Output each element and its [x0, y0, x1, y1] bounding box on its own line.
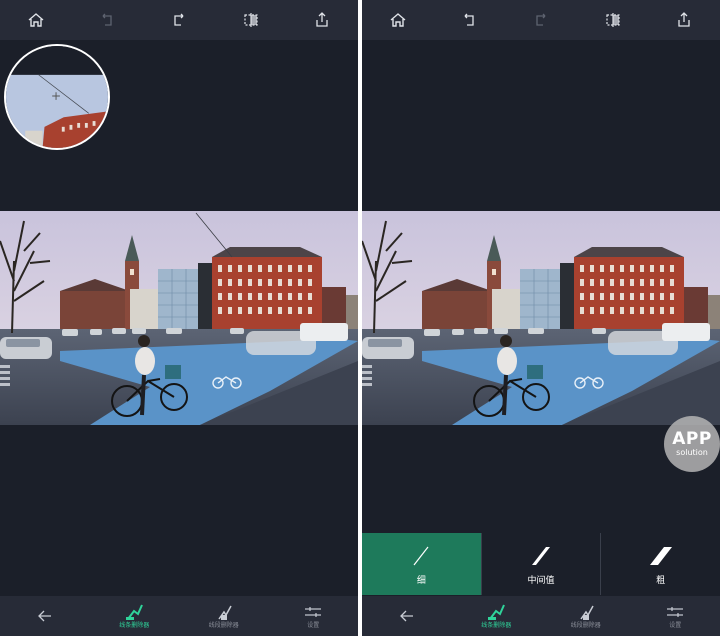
watermark-sub: solution	[676, 448, 708, 457]
thickness-medium-option[interactable]: 中间值	[480, 533, 601, 595]
undo-button[interactable]	[89, 2, 125, 38]
edit-photo[interactable]	[0, 211, 358, 425]
line-remover-icon	[126, 604, 144, 620]
watermark-main: APP	[672, 429, 712, 449]
line-remover-icon	[488, 604, 506, 620]
compare-button[interactable]	[233, 2, 269, 38]
home-icon	[390, 13, 406, 27]
nav-line-remover[interactable]: 线条删除器	[452, 596, 542, 636]
bottom-navigation: 线条删除器 线段删除器 设置	[362, 596, 720, 636]
home-button[interactable]	[18, 2, 54, 38]
wire-remover-icon	[218, 605, 232, 620]
right-screen: APP solution 细 中间值 粗 线条删除器 线段删除器 设置	[362, 0, 720, 636]
thickness-thin-label: 细	[416, 575, 426, 586]
redo-icon	[174, 13, 184, 26]
edit-photo[interactable]	[362, 211, 720, 425]
nav-wire-remover-label: 线段删除器	[208, 622, 239, 629]
nav-wire-remover-label: 线段删除器	[570, 622, 601, 629]
top-toolbar	[0, 0, 358, 40]
zoom-loupe	[4, 44, 110, 150]
redo-button[interactable]	[161, 2, 197, 38]
nav-line-remover[interactable]: 线条删除器	[90, 596, 180, 636]
bottom-navigation: 线条删除器 线段删除器 设置	[0, 596, 358, 636]
thin-line-icon	[413, 546, 429, 565]
share-button[interactable]	[666, 2, 702, 38]
top-toolbar	[362, 0, 720, 40]
back-arrow-icon	[399, 610, 413, 622]
loupe-preview	[6, 46, 108, 148]
nav-settings[interactable]: 设置	[631, 596, 720, 636]
share-icon	[316, 12, 328, 27]
medium-line-icon	[532, 546, 550, 565]
undo-button[interactable]	[451, 2, 487, 38]
undo-icon	[102, 13, 113, 26]
nav-settings[interactable]: 设置	[269, 596, 359, 636]
wire-remover-icon	[580, 605, 594, 620]
home-button[interactable]	[380, 2, 416, 38]
watermark-logo: APP solution	[664, 416, 720, 472]
compare-icon	[243, 13, 258, 27]
thickness-medium-label: 中间值	[527, 575, 555, 586]
redo-icon	[536, 13, 546, 26]
thickness-thin-option[interactable]: 细	[362, 533, 481, 595]
nav-wire-remover[interactable]: 线段删除器	[541, 596, 631, 636]
settings-sliders-icon	[667, 607, 684, 617]
nav-settings-label: 设置	[669, 622, 682, 629]
compare-button[interactable]	[595, 2, 631, 38]
share-button[interactable]	[304, 2, 340, 38]
line-thickness-selector: 细 中间值 粗	[362, 533, 720, 595]
compare-icon	[605, 13, 620, 27]
share-icon	[678, 12, 690, 27]
home-icon	[28, 13, 44, 27]
nav-line-remover-label: 线条删除器	[481, 622, 512, 629]
left-screen: 线条删除器 线段删除器 设置	[0, 0, 358, 636]
nav-back[interactable]	[0, 596, 90, 636]
thickness-thick-option[interactable]: 粗	[600, 533, 720, 595]
undo-icon	[464, 13, 475, 26]
thickness-thick-label: 粗	[656, 575, 666, 586]
nav-wire-remover[interactable]: 线段删除器	[179, 596, 269, 636]
nav-line-remover-label: 线条删除器	[119, 622, 150, 629]
back-arrow-icon	[37, 610, 51, 622]
thick-line-icon	[649, 546, 672, 565]
nav-settings-label: 设置	[307, 622, 320, 629]
settings-sliders-icon	[305, 607, 322, 617]
redo-button[interactable]	[523, 2, 559, 38]
nav-back[interactable]	[362, 596, 452, 636]
